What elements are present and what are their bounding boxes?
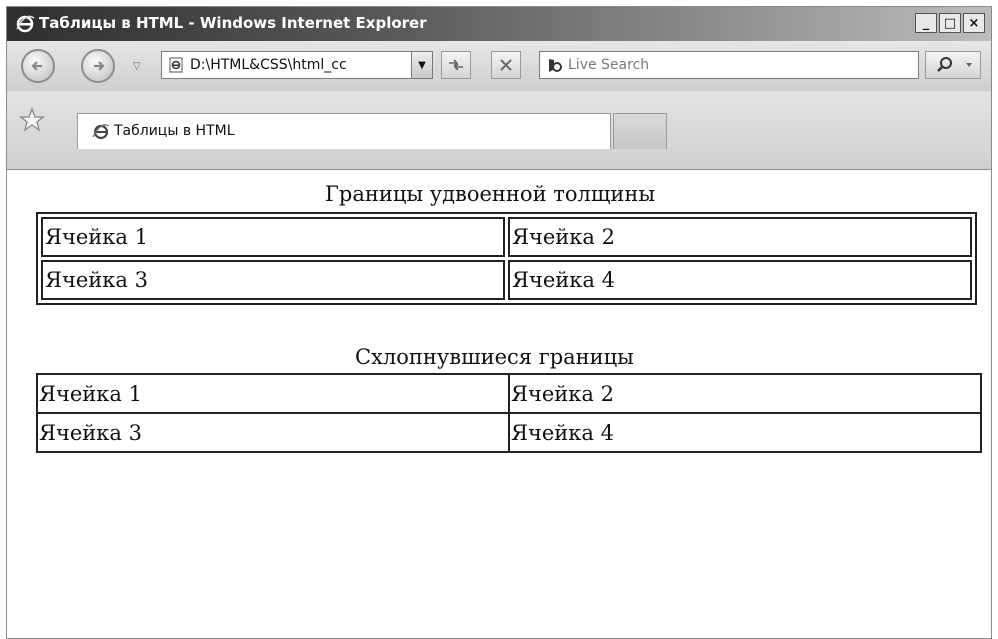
table-row: Ячейка 3 Ячейка 4 xyxy=(36,412,982,453)
title-bar: Таблицы в HTML - Windows Internet Explor… xyxy=(7,7,991,41)
table-cell: Ячейка 3 xyxy=(41,260,505,300)
new-tab-button[interactable] xyxy=(613,113,667,149)
table-cell: Ячейка 4 xyxy=(508,260,972,300)
minimize-button[interactable]: _ xyxy=(915,13,937,33)
address-dropdown-button[interactable]: ▼ xyxy=(411,52,432,78)
search-button[interactable] xyxy=(925,51,981,79)
table-cell: Ячейка 2 xyxy=(508,373,982,414)
history-dropdown-icon[interactable]: ▽ xyxy=(133,61,141,72)
search-box[interactable]: Live Search xyxy=(539,51,919,79)
close-button[interactable]: × xyxy=(963,13,985,33)
search-input[interactable]: Live Search xyxy=(568,57,649,73)
maximize-button[interactable]: □ xyxy=(939,13,961,33)
refresh-icon xyxy=(449,59,463,71)
stop-button[interactable] xyxy=(491,51,521,79)
tab-active[interactable]: Таблицы в HTML xyxy=(77,113,611,149)
window-title: Таблицы в HTML - Windows Internet Explor… xyxy=(39,14,427,32)
stop-icon xyxy=(500,59,512,71)
address-text[interactable]: D:\HTML&CSS\html_cc xyxy=(190,57,402,73)
address-bar[interactable]: D:\HTML&CSS\html_cc ▼ xyxy=(161,51,433,79)
refresh-button[interactable] xyxy=(441,51,471,79)
bing-icon xyxy=(549,59,562,72)
table-cell: Ячейка 2 xyxy=(508,217,972,257)
double-border-table: Ячейка 1 Ячейка 2 Ячейка 3 Ячейка 4 xyxy=(36,212,977,305)
table-cell: Ячейка 3 xyxy=(36,412,510,453)
navigation-bar: ▽ D:\HTML&CSS\html_cc ▼ Live Search xyxy=(7,41,991,92)
ie-logo-icon xyxy=(16,15,35,33)
table-cell: Ячейка 1 xyxy=(41,217,505,257)
browser-window: Таблицы в HTML - Windows Internet Explor… xyxy=(6,6,992,639)
tab-bar: Таблицы в HTML xyxy=(7,91,991,170)
collapsed-border-table: Ячейка 1 Ячейка 2 Ячейка 3 Ячейка 4 xyxy=(36,373,982,453)
favorites-star-icon[interactable] xyxy=(19,107,45,133)
page-icon xyxy=(169,57,183,73)
forward-button[interactable] xyxy=(81,49,115,83)
table2-caption: Схлопнувшиеся границы xyxy=(355,345,634,369)
tab-label: Таблицы в HTML xyxy=(114,123,235,139)
table-cell: Ячейка 4 xyxy=(508,412,982,453)
ie-logo-icon xyxy=(92,124,110,140)
table-row: Ячейка 1 Ячейка 2 xyxy=(41,217,972,257)
table-row: Ячейка 3 Ячейка 4 xyxy=(41,260,972,300)
page-content: Границы удвоенной толщины Ячейка 1 Ячейк… xyxy=(7,170,991,638)
search-icon xyxy=(937,57,972,72)
table-cell: Ячейка 1 xyxy=(36,373,510,414)
table-row: Ячейка 1 Ячейка 2 xyxy=(36,373,982,414)
window-controls: _ □ × xyxy=(915,13,985,33)
table1-caption: Границы удвоенной толщины xyxy=(325,182,656,206)
back-button[interactable] xyxy=(21,49,55,83)
forward-icon xyxy=(94,61,105,71)
back-icon xyxy=(31,61,42,71)
